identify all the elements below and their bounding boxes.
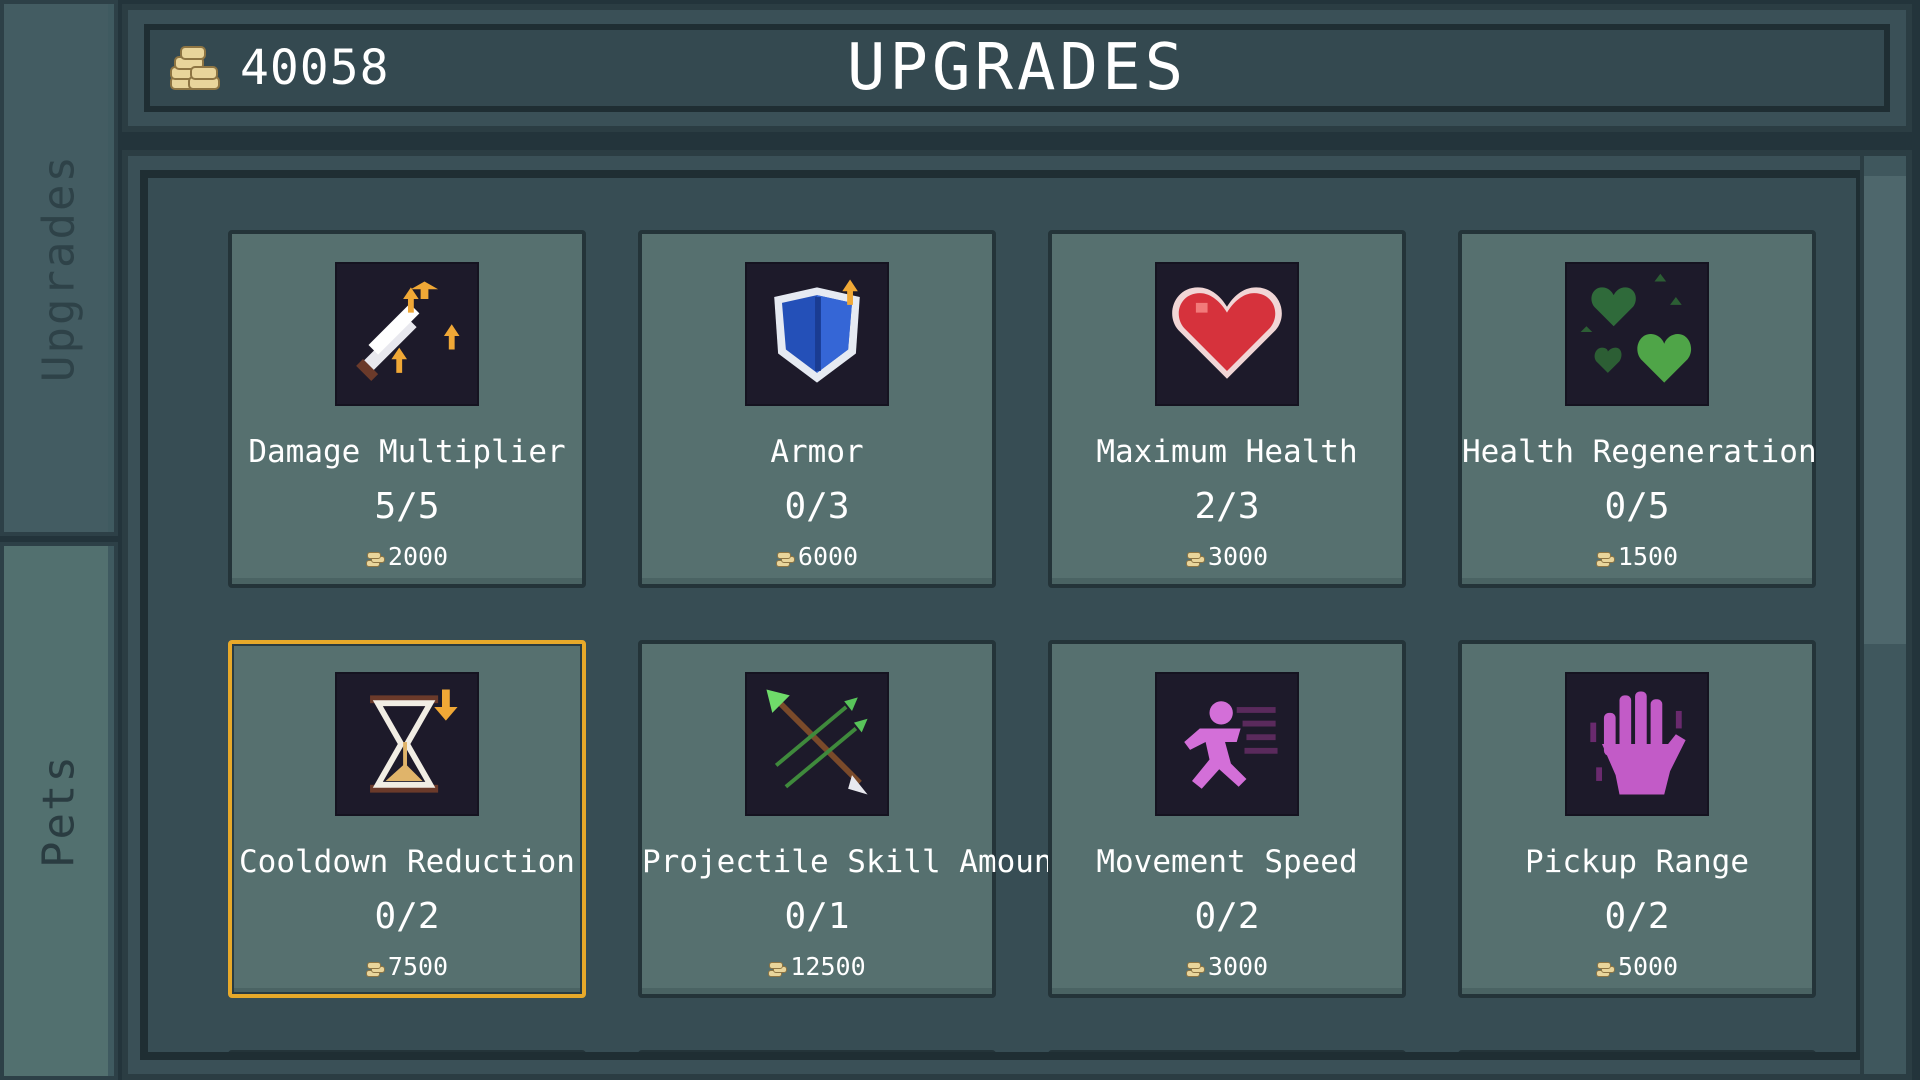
upgrade-level: 0/1 <box>784 896 850 937</box>
upgrade-cost: 6000 <box>642 542 992 571</box>
upgrade-card[interactable]: Pickup Range 0/2 5000 <box>1458 640 1816 998</box>
upgrade-cost-value: 6000 <box>797 542 859 571</box>
heart-icon <box>1155 262 1299 406</box>
upgrade-level: 0/2 <box>1604 896 1670 937</box>
upgrade-card[interactable]: Damage Multiplier 5/5 2000 <box>228 230 586 588</box>
hand-icon <box>1565 672 1709 816</box>
upgrade-name: Armor <box>770 434 864 470</box>
upgrade-level: 0/3 <box>784 486 850 527</box>
coin-icon <box>1185 961 1205 977</box>
header-bar: 40058 UPGRADES <box>122 4 1912 132</box>
upgrade-cost-value: 1500 <box>1617 542 1679 571</box>
upgrade-name: Health Regeneration <box>1462 434 1817 470</box>
upgrade-cost-value: 2000 <box>387 542 449 571</box>
upgrade-cost-value: 12500 <box>790 952 866 981</box>
upgrade-card-partial[interactable] <box>1048 1050 1406 1052</box>
upgrade-cost-value: 5000 <box>1617 952 1679 981</box>
coin-icon <box>365 551 385 567</box>
coin-icon <box>768 961 788 977</box>
upgrade-cost: 3000 <box>1052 542 1402 571</box>
regen-hearts-icon <box>1565 262 1709 406</box>
upgrade-level: 2/3 <box>1194 486 1260 527</box>
coin-icon <box>365 961 385 977</box>
upgrades-panel: Damage Multiplier 5/5 2000 Armor 0/3 6000 Ma… <box>122 150 1912 1080</box>
upgrade-card[interactable]: Cooldown Reduction 0/2 7500 <box>228 640 586 998</box>
page-title: UPGRADES <box>846 31 1188 105</box>
upgrade-card[interactable]: Armor 0/3 6000 <box>638 230 996 588</box>
upgrade-level: 0/2 <box>374 896 440 937</box>
upgrade-name: Cooldown Reduction <box>239 844 575 880</box>
upgrade-card[interactable]: Maximum Health 2/3 3000 <box>1048 230 1406 588</box>
upgrade-card-partial[interactable] <box>1458 1050 1816 1052</box>
upgrade-card-partial[interactable] <box>228 1050 586 1052</box>
hourglass-icon <box>335 672 479 816</box>
upgrade-cost: 3000 <box>1052 952 1402 981</box>
upgrade-name: Maximum Health <box>1096 434 1358 470</box>
scrollbar[interactable] <box>1860 156 1906 1074</box>
shield-icon <box>745 262 889 406</box>
upgrade-name: Movement Speed <box>1096 844 1358 880</box>
upgrade-cost-value: 7500 <box>387 952 449 981</box>
upgrade-level: 5/5 <box>374 486 440 527</box>
header-inner: 40058 UPGRADES <box>144 24 1890 112</box>
upgrade-cost: 1500 <box>1462 542 1812 571</box>
sword-icon <box>335 262 479 406</box>
upgrade-cost-value: 3000 <box>1207 952 1269 981</box>
upgrade-cost: 5000 <box>1462 952 1812 981</box>
coin-icon <box>1185 551 1205 567</box>
upgrade-card[interactable]: Health Regeneration 0/5 1500 <box>1458 230 1817 588</box>
upgrade-level: 0/2 <box>1194 896 1260 937</box>
upgrade-name: Projectile Skill Amount <box>642 844 1072 880</box>
tab-pets[interactable]: Pets <box>0 542 118 1080</box>
tab-upgrades-label: Upgrades <box>33 154 85 382</box>
upgrade-name: Pickup Range <box>1525 844 1749 880</box>
upgrades-scroll-area[interactable]: Damage Multiplier 5/5 2000 Armor 0/3 6000 Ma… <box>140 170 1864 1060</box>
upgrade-cost: 2000 <box>232 542 582 571</box>
running-figure-icon <box>1155 672 1299 816</box>
coin-icon <box>775 551 795 567</box>
upgrade-cost: 7500 <box>232 952 582 981</box>
arrows-icon <box>745 672 889 816</box>
upgrade-name: Damage Multiplier <box>248 434 566 470</box>
scrollbar-thumb[interactable] <box>1864 176 1906 644</box>
coin-icon <box>1595 551 1615 567</box>
coin-icon <box>1595 961 1615 977</box>
upgrade-level: 0/5 <box>1604 486 1670 527</box>
upgrade-card[interactable]: Projectile Skill Amount 0/1 12500 <box>638 640 1072 998</box>
upgrade-cost-value: 3000 <box>1207 542 1269 571</box>
tab-upgrades[interactable]: Upgrades <box>0 0 118 536</box>
tab-pets-label: Pets <box>33 754 85 868</box>
upgrade-cost: 12500 <box>642 952 992 981</box>
upgrade-card-partial[interactable] <box>638 1050 996 1052</box>
upgrade-card[interactable]: Movement Speed 0/2 3000 <box>1048 640 1406 998</box>
